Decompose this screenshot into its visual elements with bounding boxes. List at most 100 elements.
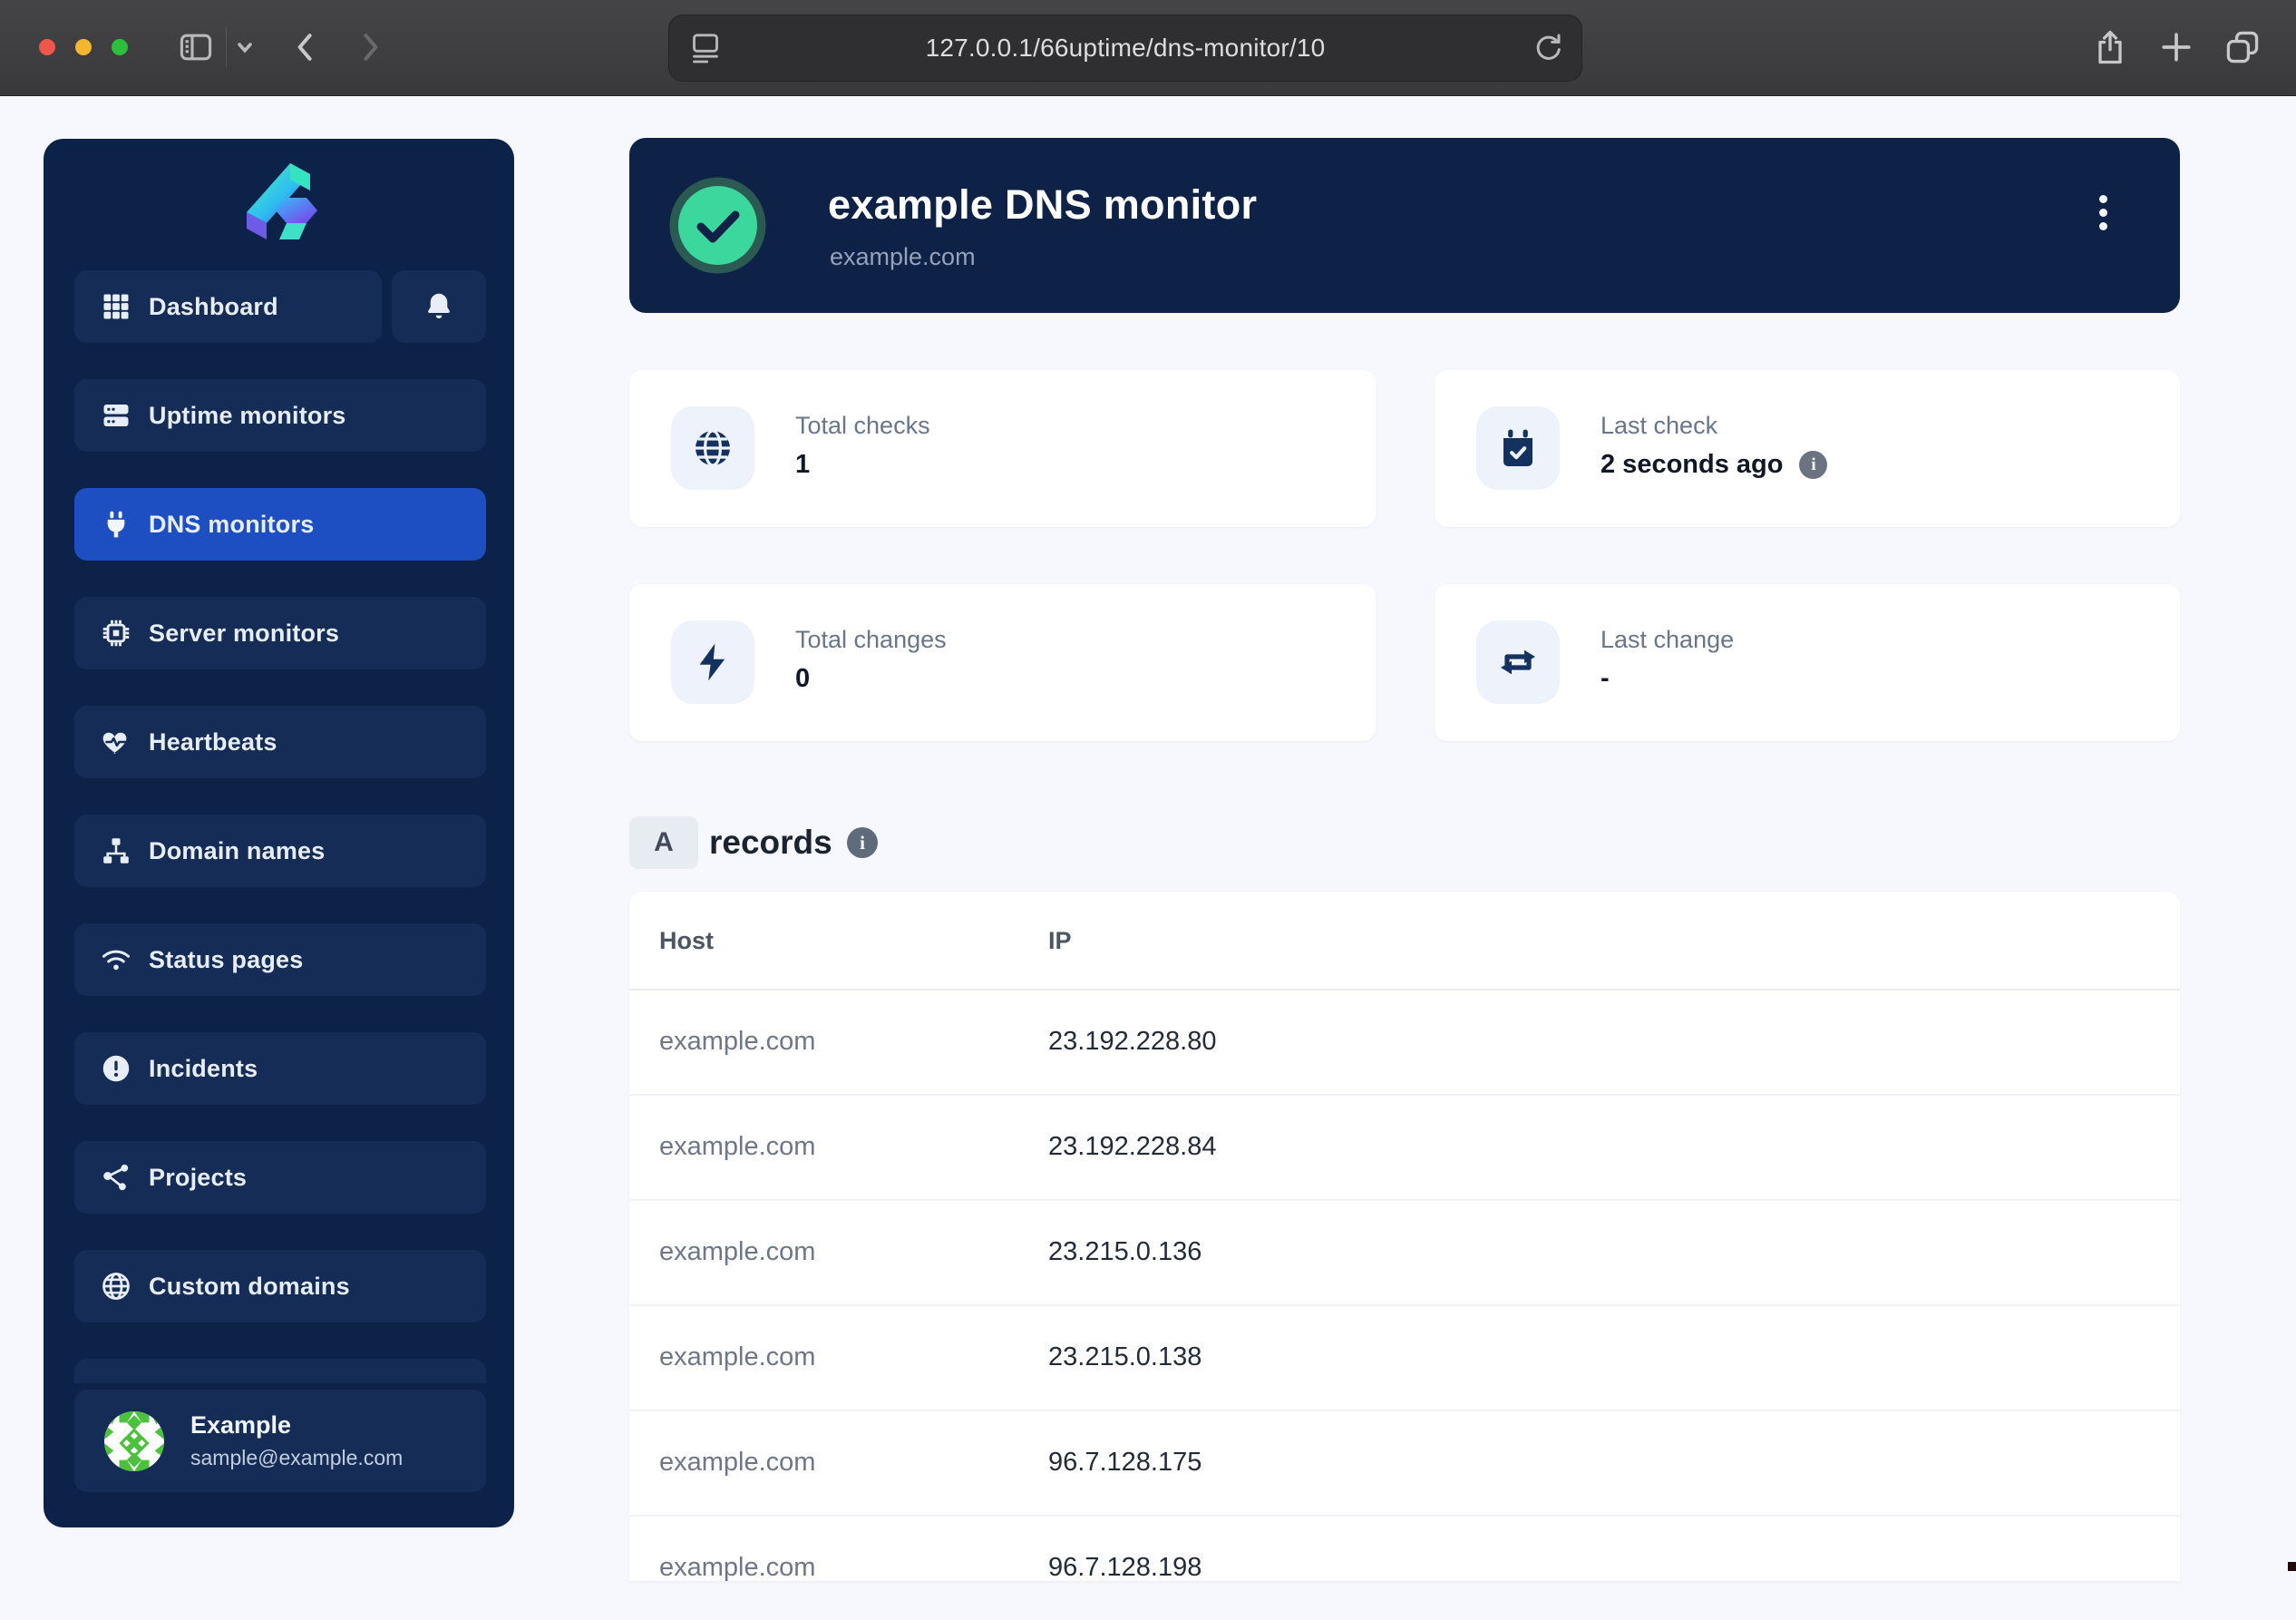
app-logo-icon (234, 163, 325, 241)
sidebar-item-label: DNS monitors (149, 511, 314, 539)
sidebar-item-heartbeats[interactable]: Heartbeats (74, 706, 486, 778)
heart-pulse-icon (100, 726, 132, 758)
host-cell: example.com (659, 1027, 815, 1057)
sidebar-item-server-monitors[interactable]: Server monitors (74, 597, 486, 669)
sitemap-icon (100, 834, 132, 867)
bolt-icon (691, 640, 735, 684)
tab-overview-icon[interactable] (2223, 27, 2262, 67)
sidebar-item-label: Incidents (149, 1055, 258, 1083)
ip-cell: 96.7.128.198 (1048, 1553, 1202, 1583)
sidebar-item-custom-domains[interactable]: Custom domains (74, 1250, 486, 1322)
host-cell: example.com (659, 1448, 815, 1478)
stat-icon-box (1476, 620, 1560, 704)
monitor-title: example DNS monitor (828, 181, 1257, 229)
record-type-badge: A (629, 816, 698, 869)
bell-icon (423, 290, 455, 323)
page-format-icon[interactable] (687, 30, 724, 66)
transfer-arrows-icon (1496, 640, 1540, 684)
stat-icon-box (1476, 406, 1560, 490)
stat-label: Total changes (795, 626, 947, 654)
sidebar-item-incidents[interactable]: Incidents (74, 1032, 486, 1105)
column-header-host: Host (659, 927, 714, 955)
minimize-window-button[interactable] (75, 39, 92, 55)
sidebar-item-uptime-monitors[interactable]: Uptime monitors (74, 379, 486, 452)
grid-icon (100, 290, 132, 323)
monitor-hostname: example.com (830, 243, 976, 271)
records-info-icon[interactable]: i (847, 827, 878, 858)
sidebar-item-partial[interactable] (74, 1359, 486, 1383)
sidebar-item-projects[interactable]: Projects (74, 1141, 486, 1214)
host-cell: example.com (659, 1132, 815, 1162)
stat-card-total-checks: Total checks 1 (629, 370, 1376, 527)
table-header-row: Host IP (629, 892, 2180, 991)
globe-icon (691, 426, 735, 470)
window-corner-artifact (2288, 1562, 2296, 1571)
sidebar-toggle-icon[interactable] (176, 27, 216, 67)
table-row: example.com 23.192.228.80 (629, 991, 2180, 1096)
sidebar-item-label: Status pages (149, 946, 303, 974)
close-window-button[interactable] (39, 39, 55, 55)
ip-cell: 23.192.228.80 (1048, 1027, 1216, 1057)
stat-label: Last check (1600, 412, 1717, 440)
chevron-down-icon[interactable] (229, 27, 261, 67)
stat-label: Last change (1600, 626, 1734, 654)
sidebar-item-dns-monitors[interactable]: DNS monitors (74, 488, 486, 561)
records-table: Host IP example.com 23.192.228.80 exampl… (629, 892, 2180, 1581)
sidebar-item-label: Heartbeats (149, 728, 277, 756)
sidebar-item-label: Server monitors (149, 620, 339, 648)
address-bar[interactable]: 127.0.0.1/66uptime/dns-monitor/10 (668, 15, 1582, 82)
stat-value: - (1600, 664, 1610, 694)
stat-value: 2 seconds ago (1600, 450, 1783, 480)
sidebar-item-label: Projects (149, 1164, 247, 1192)
sidebar-item-dashboard[interactable]: Dashboard (74, 270, 382, 343)
reload-icon[interactable] (1531, 30, 1567, 66)
user-name: Example (190, 1411, 403, 1439)
url-text: 127.0.0.1/66uptime/dns-monitor/10 (926, 34, 1326, 63)
host-cell: example.com (659, 1342, 815, 1372)
records-section-title: records (709, 824, 832, 862)
host-cell: example.com (659, 1237, 815, 1267)
sidebar-item-label: Uptime monitors (149, 402, 346, 430)
zoom-window-button[interactable] (112, 39, 128, 55)
cpu-icon (100, 617, 132, 649)
table-row: example.com 23.215.0.138 (629, 1306, 2180, 1411)
info-icon[interactable]: i (1799, 451, 1827, 479)
alert-circle-icon (100, 1052, 132, 1085)
table-row: example.com 96.7.128.198 (629, 1517, 2180, 1620)
sidebar: Dashboard Uptime monitors DNS monito (44, 139, 514, 1527)
stat-card-last-check: Last check 2 seconds ago i (1435, 370, 2180, 527)
stat-card-total-changes: Total changes 0 (629, 584, 1376, 741)
plug-icon (100, 508, 132, 541)
server-stack-icon (100, 399, 132, 432)
forward-button[interactable] (350, 27, 390, 67)
toolbar-divider (226, 27, 227, 67)
column-header-ip: IP (1048, 927, 1072, 955)
table-row: example.com 23.215.0.136 (629, 1201, 2180, 1306)
sidebar-item-label: Domain names (149, 837, 325, 865)
notifications-button[interactable] (392, 270, 486, 343)
globe-icon (100, 1270, 132, 1303)
stat-value: 1 (795, 450, 810, 480)
monitor-menu-button[interactable] (2088, 187, 2117, 238)
status-up-icon (669, 177, 766, 274)
ip-cell: 96.7.128.175 (1048, 1448, 1202, 1478)
host-cell: example.com (659, 1553, 815, 1583)
ip-cell: 23.192.228.84 (1048, 1132, 1216, 1162)
user-email: sample@example.com (190, 1446, 403, 1470)
stat-icon-box (671, 620, 754, 704)
user-profile-card[interactable]: Example sample@example.com (74, 1390, 486, 1492)
share-nodes-icon (100, 1161, 132, 1194)
table-row: example.com 23.192.228.84 (629, 1096, 2180, 1201)
sidebar-item-status-pages[interactable]: Status pages (74, 923, 486, 996)
share-icon[interactable] (2090, 27, 2130, 67)
sidebar-item-label: Dashboard (149, 293, 278, 321)
table-row: example.com 96.7.128.175 (629, 1411, 2180, 1517)
calendar-check-icon (1496, 426, 1540, 470)
new-tab-icon[interactable] (2156, 27, 2196, 67)
sidebar-item-domain-names[interactable]: Domain names (74, 815, 486, 887)
stat-card-last-change: Last change - (1435, 584, 2180, 741)
avatar (104, 1411, 164, 1471)
browser-toolbar: 127.0.0.1/66uptime/dns-monitor/10 (0, 0, 2296, 96)
stat-value: 0 (795, 664, 810, 694)
back-button[interactable] (286, 27, 326, 67)
